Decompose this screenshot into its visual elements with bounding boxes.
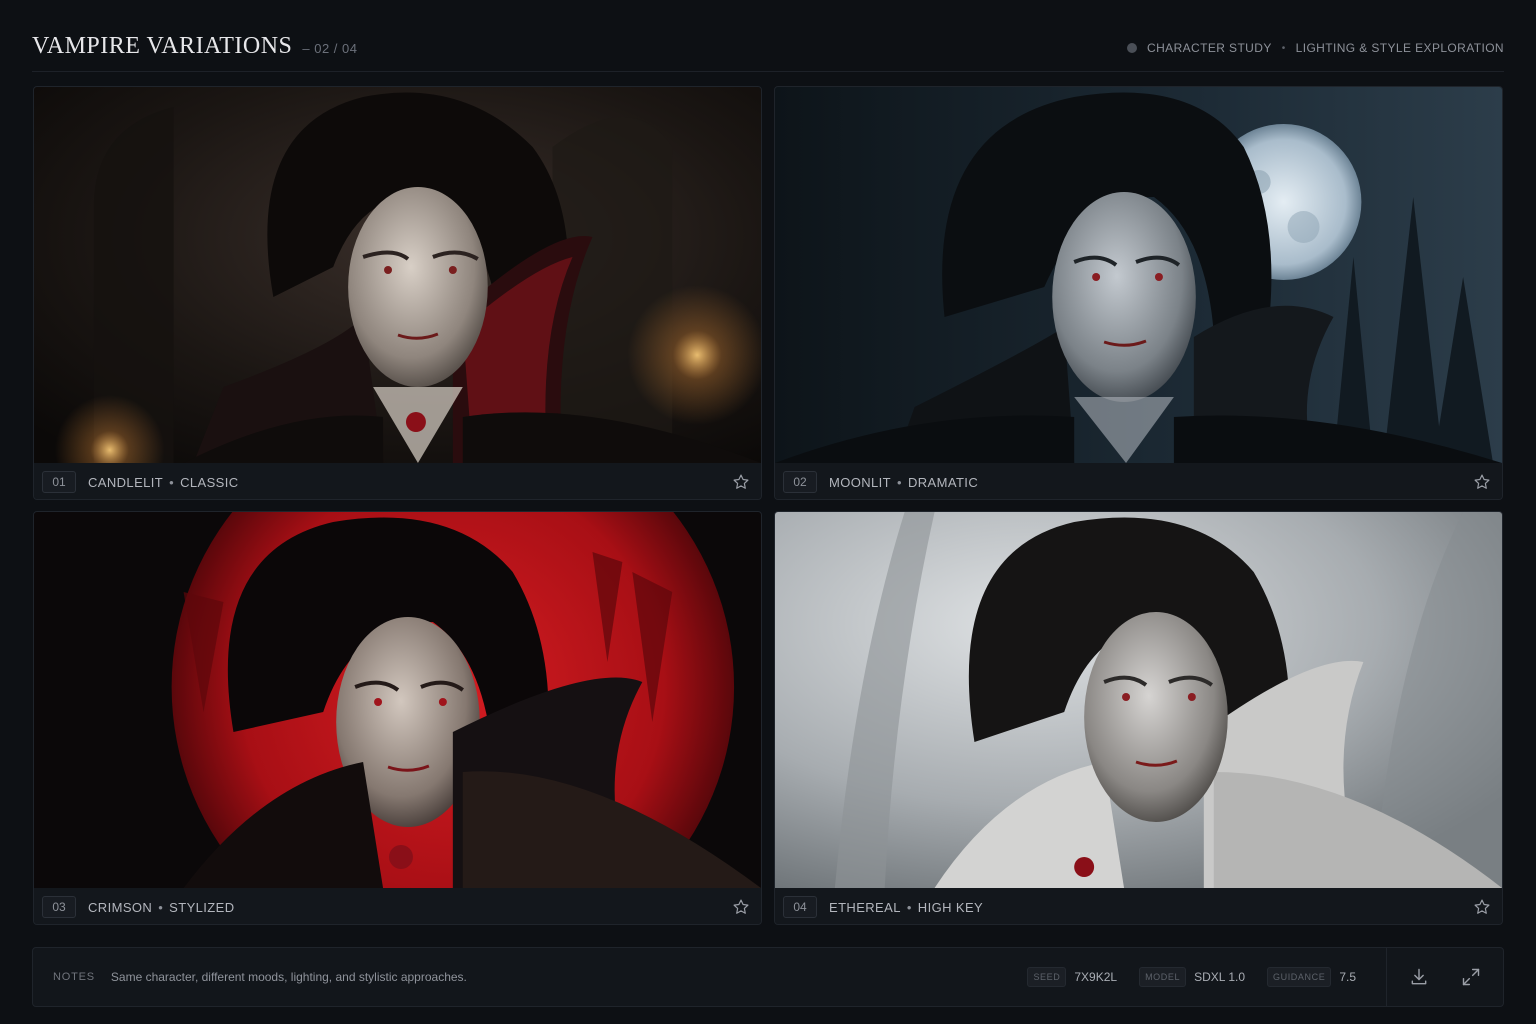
variation-image-ethereal[interactable] <box>775 512 1502 888</box>
param-value: SDXL 1.0 <box>1194 970 1245 984</box>
variation-card-01[interactable]: 01 CANDLELIT • CLASSIC <box>33 86 762 500</box>
footer-divider <box>1386 948 1387 1006</box>
card-caption: 03 CRIMSON • STYLIZED <box>34 888 761 924</box>
page-header: VAMPIRE VARIATIONS – 02 / 04 CHARACTER S… <box>32 28 1504 72</box>
card-style: CLASSIC <box>180 474 239 490</box>
card-number-badge: 03 <box>42 896 76 918</box>
crimson-portrait-illustration <box>34 512 761 888</box>
notes-text: Same character, different moods, lightin… <box>110 970 467 984</box>
moonlit-portrait-illustration <box>775 87 1502 463</box>
status-dot-icon <box>1127 43 1138 53</box>
param-guidance: GUIDANCE 7.5 <box>1267 967 1356 987</box>
param-key: SEED <box>1027 967 1067 987</box>
card-style: DRAMATIC <box>907 474 979 490</box>
card-caption: 04 ETHEREAL • HIGH KEY <box>775 888 1502 924</box>
param-key: GUIDANCE <box>1267 967 1332 987</box>
favorite-star-icon[interactable] <box>1470 895 1494 919</box>
favorite-star-icon[interactable] <box>1470 470 1494 494</box>
download-icon[interactable] <box>1407 965 1431 989</box>
variation-image-candlelit[interactable] <box>34 87 761 463</box>
candlelit-portrait-illustration <box>34 87 761 463</box>
notes-bar: NOTES Same character, different moods, l… <box>32 947 1504 1007</box>
card-title: ETHEREAL • HIGH KEY <box>829 900 983 915</box>
card-number-badge: 04 <box>783 896 817 918</box>
card-number-badge: 02 <box>783 471 817 493</box>
variation-card-02[interactable]: 02 MOONLIT • DRAMATIC <box>774 86 1503 500</box>
param-model: MODEL SDXL 1.0 <box>1139 967 1245 987</box>
card-style: STYLIZED <box>169 899 235 915</box>
variation-card-04[interactable]: 04 ETHEREAL • HIGH KEY <box>774 511 1503 925</box>
caption-separator: • <box>906 899 912 915</box>
expand-icon[interactable] <box>1459 965 1483 989</box>
card-style: HIGH KEY <box>917 899 984 915</box>
favorite-star-icon[interactable] <box>729 470 753 494</box>
caption-separator: • <box>158 899 164 915</box>
param-value: 7.5 <box>1339 970 1356 984</box>
header-tags: CHARACTER STUDY • LIGHTING & STYLE EXPLO… <box>1127 41 1504 55</box>
param-seed: SEED 7X9K2L <box>1027 967 1117 987</box>
notes-label: NOTES <box>53 971 95 983</box>
variation-image-crimson[interactable] <box>34 512 761 888</box>
variation-image-moonlit[interactable] <box>775 87 1502 463</box>
page-title: VAMPIRE VARIATIONS <box>32 33 293 59</box>
favorite-star-icon[interactable] <box>729 895 753 919</box>
title-group: VAMPIRE VARIATIONS – 02 / 04 <box>32 28 358 64</box>
card-caption: 02 MOONLIT • DRAMATIC <box>775 463 1502 499</box>
tag-character-study: CHARACTER STUDY <box>1147 41 1272 55</box>
card-number-badge: 01 <box>42 471 76 493</box>
card-title: CRIMSON • STYLIZED <box>88 900 234 915</box>
card-mood: MOONLIT <box>829 474 892 490</box>
card-title: MOONLIT • DRAMATIC <box>829 475 978 490</box>
tag-lighting-style: LIGHTING & STYLE EXPLORATION <box>1295 41 1504 55</box>
card-mood: CRIMSON <box>88 899 153 915</box>
param-key: MODEL <box>1139 967 1187 987</box>
card-caption: 01 CANDLELIT • CLASSIC <box>34 463 761 499</box>
generation-params: SEED 7X9K2L MODEL SDXL 1.0 GUIDANCE 7.5 <box>1027 967 1356 987</box>
card-mood: ETHEREAL <box>829 899 901 915</box>
variation-card-03[interactable]: 03 CRIMSON • STYLIZED <box>33 511 762 925</box>
caption-separator: • <box>897 474 902 490</box>
image-counter: – 02 / 04 <box>302 41 358 56</box>
card-mood: CANDLELIT <box>88 474 164 490</box>
ethereal-portrait-illustration <box>775 512 1502 888</box>
tag-separator: • <box>1281 42 1286 54</box>
caption-separator: • <box>169 474 175 490</box>
card-title: CANDLELIT • CLASSIC <box>88 475 239 490</box>
param-value: 7X9K2L <box>1074 970 1118 984</box>
